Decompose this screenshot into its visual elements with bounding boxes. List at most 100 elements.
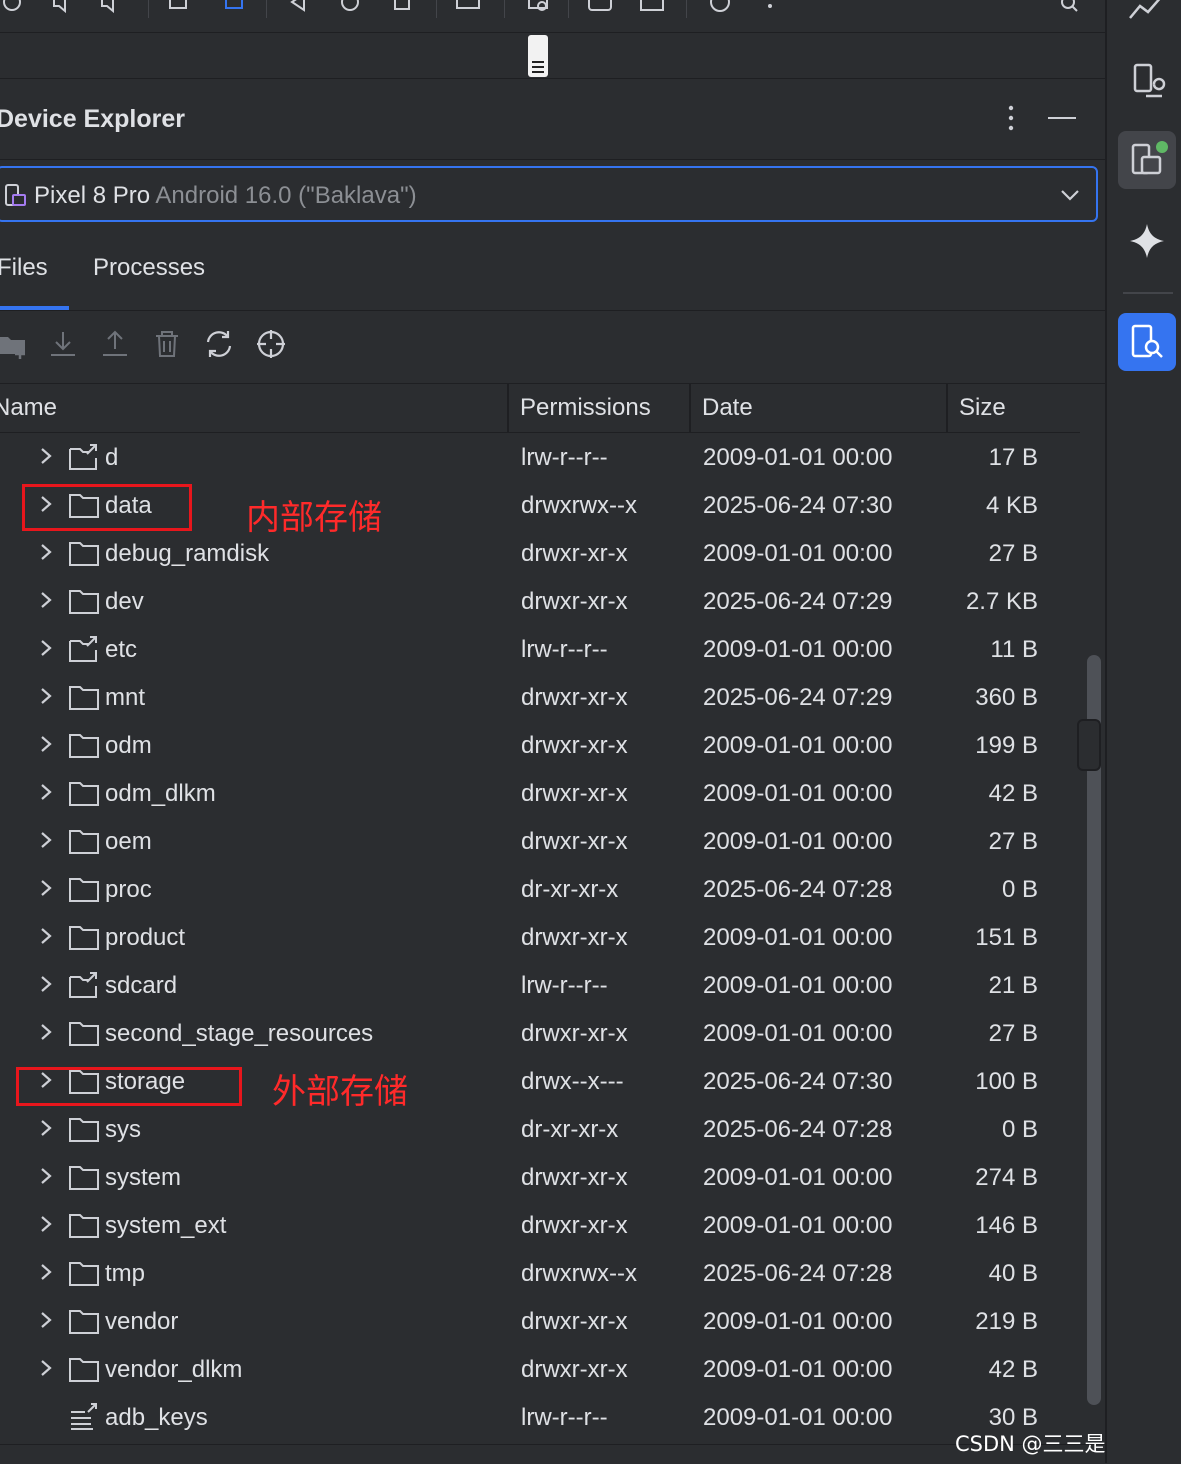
chevron-right-icon[interactable] — [38, 830, 54, 850]
toolbar-separator — [266, 0, 267, 18]
chevron-right-icon[interactable] — [38, 1358, 54, 1378]
table-row[interactable]: tmp drwxrwx--x 2025-06-24 07:28 40 B — [0, 1250, 1080, 1298]
sync-icon[interactable] — [202, 327, 236, 361]
column-header-name[interactable]: Name — [0, 394, 57, 422]
file-size: 11 B — [990, 636, 1038, 663]
table-row[interactable]: d lrw-r--r-- 2009-01-01 00:00 17 B — [0, 434, 1080, 482]
column-divider[interactable] — [507, 384, 509, 432]
chevron-right-icon[interactable] — [38, 926, 54, 946]
file-name: debug_ramdisk — [105, 540, 270, 567]
chevron-right-icon[interactable] — [38, 686, 54, 706]
table-row[interactable]: dev drwxr-xr-x 2025-06-24 07:29 2.7 KB — [0, 578, 1080, 626]
upload-icon[interactable] — [98, 327, 132, 361]
column-header-size[interactable]: Size — [959, 394, 1006, 422]
screen-record-icon[interactable] — [638, 0, 666, 16]
running-devices-icon[interactable] — [1118, 131, 1176, 189]
table-row[interactable]: sdcard lrw-r--r-- 2009-01-01 00:00 21 B — [0, 962, 1080, 1010]
settings-icon[interactable] — [524, 0, 552, 16]
home-icon[interactable] — [336, 0, 364, 16]
file-date: 2009-01-01 00:00 — [703, 1308, 893, 1335]
overview-icon[interactable] — [388, 0, 416, 16]
chevron-right-icon[interactable] — [38, 974, 54, 994]
table-row[interactable]: mnt drwxr-xr-x 2025-06-24 07:29 360 B — [0, 674, 1080, 722]
file-permissions: drwx--x--- — [521, 1068, 624, 1095]
locate-icon[interactable] — [254, 327, 288, 361]
table-row[interactable]: odm_dlkm drwxr-xr-x 2009-01-01 00:00 42 B — [0, 770, 1080, 818]
rotate-right-icon[interactable] — [218, 0, 246, 16]
strip-separator — [1123, 292, 1173, 294]
tab-processes[interactable]: Processes — [93, 254, 205, 282]
power-icon[interactable] — [0, 0, 28, 16]
download-icon[interactable] — [46, 327, 80, 361]
screenshot-icon[interactable] — [586, 0, 614, 16]
chevron-right-icon[interactable] — [38, 1166, 54, 1186]
file-name: oem — [105, 828, 152, 855]
chevron-right-icon[interactable] — [38, 1022, 54, 1042]
table-row[interactable]: proc dr-xr-xr-x 2025-06-24 07:28 0 B — [0, 866, 1080, 914]
chevron-right-icon[interactable] — [38, 590, 54, 610]
delete-icon[interactable] — [150, 327, 184, 361]
chevron-right-icon[interactable] — [38, 1262, 54, 1282]
column-divider[interactable] — [689, 384, 691, 432]
chevron-right-icon[interactable] — [38, 542, 54, 562]
file-permissions: drwxr-xr-x — [521, 780, 628, 807]
new-folder-icon[interactable] — [0, 327, 30, 361]
file-date: 2009-01-01 00:00 — [703, 444, 893, 471]
table-row[interactable]: second_stage_resources drwxr-xr-x 2009-01-… — [0, 1010, 1080, 1058]
table-row[interactable]: oem drwxr-xr-x 2009-01-01 00:00 27 B — [0, 818, 1080, 866]
chevron-right-icon[interactable] — [38, 1118, 54, 1138]
status-bar — [0, 1444, 1105, 1464]
more-icon[interactable] — [756, 0, 784, 16]
device-name: Pixel 8 Pro — [34, 182, 151, 209]
file-date: 2009-01-01 00:00 — [703, 1212, 893, 1239]
volume-up-icon[interactable] — [50, 0, 78, 16]
sparkle-icon[interactable] — [1118, 212, 1176, 270]
scrollbar-handle[interactable] — [1077, 719, 1101, 771]
table-row[interactable]: odm drwxr-xr-x 2009-01-01 00:00 199 B — [0, 722, 1080, 770]
chevron-down-icon[interactable] — [1060, 188, 1080, 202]
file-date: 2009-01-01 00:00 — [703, 972, 893, 999]
tab-files[interactable]: Files — [0, 254, 48, 282]
table-row[interactable]: vendor_dlkm drwxr-xr-x 2009-01-01 00:00 42 … — [0, 1346, 1080, 1394]
file-permissions: drwxr-xr-x — [521, 588, 628, 615]
folder-icon — [69, 734, 99, 758]
table-row[interactable]: system_ext drwxr-xr-x 2009-01-01 00:00 146 … — [0, 1202, 1080, 1250]
column-header-date[interactable]: Date — [702, 394, 753, 422]
folder-icon — [69, 926, 99, 950]
chevron-right-icon[interactable] — [38, 734, 54, 754]
table-row[interactable]: product drwxr-xr-x 2009-01-01 00:00 151 B — [0, 914, 1080, 962]
chevron-right-icon[interactable] — [38, 638, 54, 658]
file-date: 2025-06-24 07:30 — [703, 1068, 893, 1095]
toolbar-separator — [436, 0, 437, 18]
table-row[interactable]: sys dr-xr-xr-x 2025-06-24 07:28 0 B — [0, 1106, 1080, 1154]
folder-icon — [69, 878, 99, 902]
zoom-icon[interactable] — [1054, 0, 1082, 16]
chevron-right-icon[interactable] — [38, 782, 54, 802]
table-row[interactable]: debug_ramdisk drwxr-xr-x 2009-01-01 00:00 2… — [0, 530, 1080, 578]
chevron-right-icon[interactable] — [38, 446, 54, 466]
fold-icon[interactable] — [454, 0, 482, 16]
rotate-left-icon[interactable] — [166, 0, 194, 16]
back-icon[interactable] — [284, 0, 312, 16]
volume-down-icon[interactable] — [98, 0, 126, 16]
file-date: 2025-06-24 07:29 — [703, 684, 893, 711]
chevron-right-icon[interactable] — [38, 1310, 54, 1330]
table-row[interactable]: system drwxr-xr-x 2009-01-01 00:00 274 B — [0, 1154, 1080, 1202]
info-icon[interactable] — [706, 0, 734, 16]
table-row[interactable]: vendor drwxr-xr-x 2009-01-01 00:00 219 B — [0, 1298, 1080, 1346]
column-header-permissions[interactable]: Permissions — [520, 394, 651, 422]
table-row[interactable]: etc lrw-r--r-- 2009-01-01 00:00 11 B — [0, 626, 1080, 674]
file-size: 219 B — [975, 1308, 1038, 1335]
table-row[interactable]: adb_keys lrw-r--r-- 2009-01-01 00:00 30 B — [0, 1394, 1080, 1442]
phone-thumbnail-icon[interactable] — [528, 35, 548, 77]
device-manager-icon[interactable] — [1118, 52, 1176, 110]
chevron-right-icon[interactable] — [38, 878, 54, 898]
minimize-icon[interactable] — [1048, 117, 1076, 119]
device-selector[interactable]: Pixel 8 Pro Android 16.0 ("Baklava") — [0, 166, 1098, 222]
chart-tool-icon[interactable] — [1118, 0, 1176, 36]
column-divider[interactable] — [946, 384, 948, 432]
options-menu-icon[interactable] — [998, 103, 1024, 133]
chevron-right-icon[interactable] — [38, 1214, 54, 1234]
device-explorer-icon[interactable] — [1118, 313, 1176, 371]
file-permissions: drwxr-xr-x — [521, 1212, 628, 1239]
